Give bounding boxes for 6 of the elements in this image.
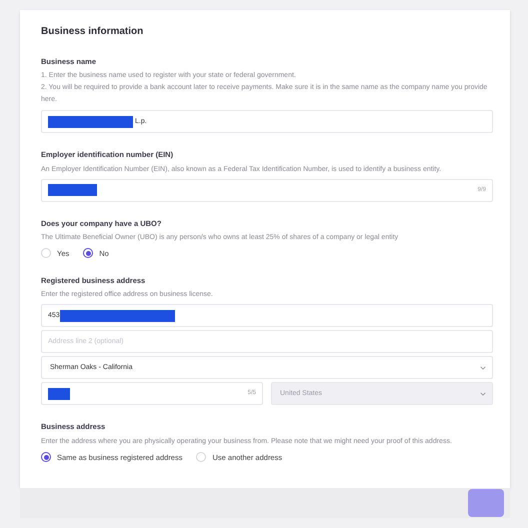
primary-button[interactable] [468,489,504,517]
radio-button[interactable] [83,248,94,258]
chevron-down-icon [480,392,486,396]
chevron-down-icon [480,366,486,370]
radio-button[interactable] [41,452,51,462]
section-title: Business information [41,25,144,39]
